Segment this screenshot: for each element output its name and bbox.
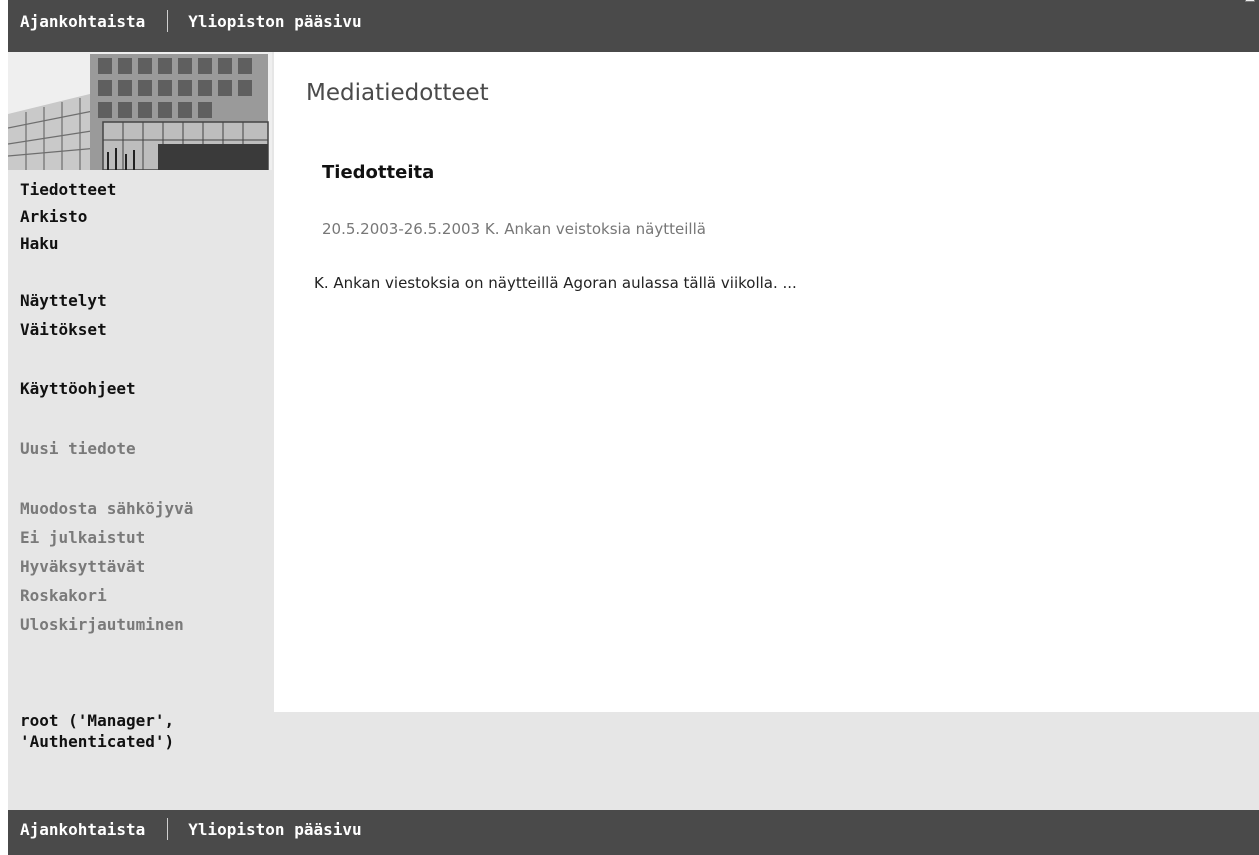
sidebar-item-muodosta-sahkojyva[interactable]: Muodosta sähköjyvä (20, 494, 270, 524)
bottom-nav-link-ajankohtaista[interactable]: Ajankohtaista (20, 820, 145, 839)
sidebar-item-arkisto[interactable]: Arkisto (20, 202, 270, 232)
nav-separator (167, 10, 169, 32)
sidebar-item-vaitokset[interactable]: Väitökset (20, 315, 270, 345)
news-item-summary: K. Ankan viestoksia on näytteillä Agoran… (314, 274, 797, 292)
sidebar-item-kayttoohjeet[interactable]: Käyttöohjeet (20, 374, 270, 404)
logged-in-user-info: root ('Manager', 'Authenticated') (20, 711, 175, 751)
bottom-nav-link-yliopiston-paasivu[interactable]: Yliopiston pääsivu (188, 820, 361, 839)
bottom-nav-links: Ajankohtaista Yliopiston pääsivu (20, 818, 362, 840)
top-nav-link-yliopiston-paasivu[interactable]: Yliopiston pääsivu (188, 12, 361, 31)
top-nav-link-ajankohtaista[interactable]: Ajankohtaista (20, 12, 145, 31)
sidebar-item-uusi-tiedote[interactable]: Uusi tiedote (20, 434, 270, 464)
building-photo-image (8, 52, 272, 170)
sidebar-item-hyvaksyttavat[interactable]: Hyväksyttävät (20, 552, 270, 582)
sidebar-item-roskakori[interactable]: Roskakori (20, 581, 270, 611)
page-title: Mediatiedotteet (306, 80, 489, 106)
sidebar-item-ei-julkaistut[interactable]: Ei julkaistut (20, 523, 270, 553)
sidebar-item-tiedotteet[interactable]: Tiedotteet (20, 175, 270, 205)
section-title: Tiedotteita (322, 162, 435, 183)
sidebar-item-haku[interactable]: Haku (20, 229, 270, 259)
top-nav-links: Ajankohtaista Yliopiston pääsivu (20, 10, 362, 32)
top-nav-bar: Ajankohtaista Yliopiston pääsivu (8, 0, 1259, 52)
building-photo (8, 52, 272, 170)
sidebar-item-nayttelyt[interactable]: Näyttelyt (20, 286, 270, 316)
window-corner-icon (1245, 0, 1255, 2)
bottom-nav-bar: Ajankohtaista Yliopiston pääsivu (8, 810, 1259, 855)
news-item-link[interactable]: 20.5.2003-26.5.2003 K. Ankan veistoksia … (322, 220, 706, 238)
nav-separator (167, 818, 169, 840)
sidebar-menu: Tiedotteet Arkisto Haku Näyttelyt Väitök… (20, 175, 270, 640)
sidebar-item-uloskirjautuminen[interactable]: Uloskirjautuminen (20, 610, 270, 640)
